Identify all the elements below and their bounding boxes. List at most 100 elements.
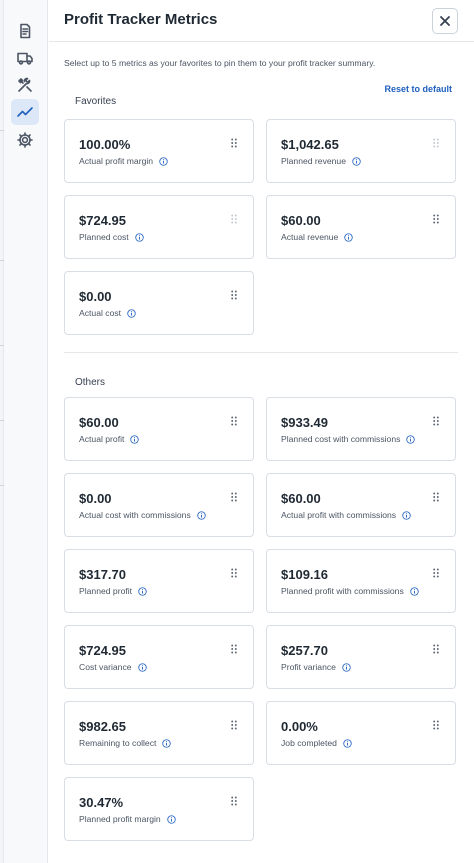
- drag-handle[interactable]: [433, 492, 439, 502]
- drag-handle[interactable]: [231, 416, 237, 426]
- drag-handle[interactable]: [433, 720, 439, 730]
- info-icon-button[interactable]: [343, 738, 352, 748]
- metric-card[interactable]: $60.00 Actual revenue: [266, 195, 456, 259]
- metric-label-row: Actual profit margin: [79, 156, 168, 166]
- metric-label: Planned cost: [79, 232, 129, 242]
- metric-card[interactable]: $317.70 Planned profit: [64, 549, 254, 613]
- info-icon-button[interactable]: [159, 156, 168, 166]
- drag-handle-icon: [231, 644, 237, 654]
- panel-header: Profit Tracker Metrics: [49, 0, 474, 42]
- metric-label-row: Planned profit margin: [79, 814, 176, 824]
- info-icon-button[interactable]: [137, 662, 147, 672]
- info-icon-button[interactable]: [197, 510, 206, 520]
- info-icon-button[interactable]: [135, 232, 144, 242]
- metric-label: Job completed: [281, 738, 337, 748]
- metric-card[interactable]: $724.95 Planned cost: [64, 195, 254, 259]
- info-icon-button[interactable]: [410, 586, 419, 596]
- metric-card[interactable]: $257.70 Profit variance: [266, 625, 456, 689]
- metric-value: $0.00: [79, 289, 112, 304]
- rail-button-tools[interactable]: [11, 72, 39, 98]
- drag-handle-icon: [433, 416, 439, 426]
- drag-handle[interactable]: [433, 416, 439, 426]
- info-icon-button[interactable]: [130, 434, 140, 444]
- info-icon: [402, 510, 411, 520]
- metric-label-row: Remaining to collect: [79, 738, 172, 748]
- metric-card[interactable]: $0.00 Actual cost: [64, 271, 254, 335]
- drag-handle[interactable]: [433, 644, 439, 654]
- rail-button-settings[interactable]: [11, 127, 39, 153]
- info-icon-button[interactable]: [344, 232, 354, 242]
- metric-label-row: Planned cost with commissions: [281, 434, 416, 444]
- drag-handle[interactable]: [231, 720, 237, 730]
- truck-icon: [17, 52, 33, 65]
- metric-label-row: Planned profit with commissions: [281, 586, 419, 596]
- drag-handle-icon: [433, 138, 439, 148]
- info-icon: [410, 586, 419, 596]
- metric-card[interactable]: 30.47% Planned profit margin: [64, 777, 254, 841]
- metric-value: $257.70: [281, 643, 328, 658]
- favorites-heading: Favorites: [75, 96, 117, 107]
- metric-card[interactable]: $0.00 Actual cost with commissions: [64, 473, 254, 537]
- drag-handle[interactable]: [231, 290, 237, 300]
- drag-handle[interactable]: [231, 796, 237, 806]
- drag-handle[interactable]: [231, 138, 237, 148]
- info-icon-button[interactable]: [402, 510, 411, 520]
- metric-label-row: Actual revenue: [281, 232, 354, 242]
- drag-handle[interactable]: [433, 138, 439, 148]
- drag-handle-icon: [231, 568, 237, 578]
- metric-card[interactable]: $60.00 Actual profit with commissions: [266, 473, 456, 537]
- metric-card[interactable]: 100.00% Actual profit margin: [64, 119, 254, 183]
- metric-label-row: Planned cost: [79, 232, 144, 242]
- metric-label-row: Actual cost with commissions: [79, 510, 206, 520]
- metric-card[interactable]: $1,042.65 Planned revenue: [266, 119, 456, 183]
- metric-value: $724.95: [79, 213, 126, 228]
- drag-handle[interactable]: [231, 644, 237, 654]
- info-icon-button[interactable]: [138, 586, 147, 596]
- metrics-panel: Profit Tracker Metrics Select up to 5 me…: [49, 0, 474, 863]
- metric-card[interactable]: $982.65 Remaining to collect: [64, 701, 254, 765]
- info-icon-button[interactable]: [342, 662, 351, 672]
- info-icon: [167, 814, 176, 824]
- metric-card[interactable]: 0.00% Job completed: [266, 701, 456, 765]
- info-icon-button[interactable]: [162, 738, 172, 748]
- metric-label: Planned cost with commissions: [281, 434, 401, 444]
- info-icon-button[interactable]: [352, 156, 361, 166]
- metric-value: 30.47%: [79, 795, 124, 810]
- rail-button-profit-tracker[interactable]: [11, 99, 39, 125]
- metric-card[interactable]: $60.00 Actual profit: [64, 397, 254, 461]
- drag-handle-icon: [433, 492, 439, 502]
- info-icon-button[interactable]: [127, 308, 136, 318]
- rail-button-truck[interactable]: [11, 45, 39, 71]
- metric-label-row: Planned revenue: [281, 156, 361, 166]
- metric-label-row: Job completed: [281, 738, 352, 748]
- drag-handle-icon: [231, 720, 237, 730]
- drag-handle-icon: [231, 796, 237, 806]
- drag-handle[interactable]: [433, 214, 439, 224]
- metric-card[interactable]: $933.49 Planned cost with commissions: [266, 397, 456, 461]
- info-icon: [127, 308, 136, 318]
- info-icon: [135, 232, 144, 242]
- metric-label: Actual revenue: [281, 232, 339, 242]
- metric-label: Planned profit with commissions: [281, 586, 404, 596]
- metric-card[interactable]: $724.95 Cost variance: [64, 625, 254, 689]
- drag-handle[interactable]: [231, 492, 237, 502]
- reset-to-default-link[interactable]: Reset to default: [384, 84, 452, 94]
- metric-label: Profit variance: [281, 662, 336, 672]
- info-icon: [342, 662, 351, 672]
- metric-label: Actual profit: [79, 434, 125, 444]
- info-icon-button[interactable]: [406, 434, 416, 444]
- info-icon-button[interactable]: [167, 814, 176, 824]
- drag-handle-icon: [231, 214, 237, 224]
- rail-button-document[interactable]: [11, 18, 39, 44]
- info-icon: [197, 510, 206, 520]
- close-button[interactable]: [432, 8, 458, 34]
- metric-card[interactable]: $109.16 Planned profit with commissions: [266, 549, 456, 613]
- metric-label-row: Planned profit: [79, 586, 147, 596]
- metric-value: $317.70: [79, 567, 126, 582]
- drag-handle[interactable]: [231, 568, 237, 578]
- metric-label: Cost variance: [79, 662, 132, 672]
- drag-handle[interactable]: [433, 568, 439, 578]
- drag-handle-icon: [433, 720, 439, 730]
- drag-handle[interactable]: [231, 214, 237, 224]
- metric-label: Planned profit: [79, 586, 133, 596]
